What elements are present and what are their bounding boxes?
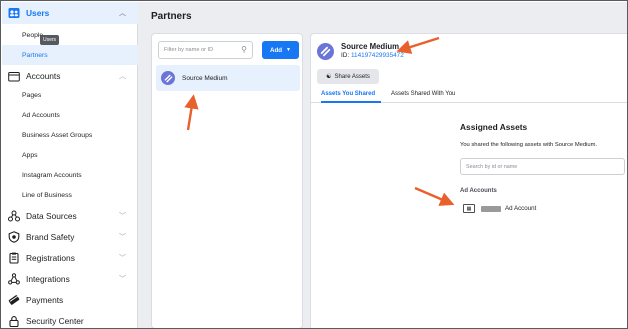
chevron-up-icon[interactable]: ︿ (119, 8, 126, 18)
shared-description: You shared the following assets with Sou… (460, 142, 598, 148)
partner-list-item[interactable]: Source Medium (156, 65, 300, 91)
filter-placeholder: Filter by name or ID (164, 47, 214, 53)
clipboard-icon (8, 252, 20, 264)
sidebar-section-label: Data Sources (26, 211, 77, 221)
asset-search-placeholder: Search by id or name (466, 163, 518, 170)
sidebar-section-data-sources[interactable]: Data Sources ﹀ (2, 205, 138, 227)
page-title: Partners (151, 11, 192, 22)
partners-list-panel: Filter by name or ID ⚲ Add ▼ Source Medi… (151, 33, 303, 328)
sidebar-item-label: Instagram Accounts (22, 171, 82, 179)
integrations-icon (8, 273, 20, 285)
ad-account-icon: ▦ (463, 204, 475, 213)
sidebar-section-label: Accounts (26, 71, 61, 81)
tab-assets-shared-with-you[interactable]: Assets Shared With You (391, 91, 455, 97)
shield-icon (8, 231, 20, 243)
sidebar: Users ︿ People Users Partners Accounts ︿… (2, 2, 138, 328)
sidebar-item-line-of-business[interactable]: Line of Business (2, 185, 138, 205)
share-icon: ☯ (326, 74, 332, 80)
chevron-down-icon[interactable]: ﹀ (119, 211, 126, 221)
sidebar-item-label: Business Asset Groups (22, 131, 93, 139)
sidebar-section-payments[interactable]: Payments (2, 289, 138, 311)
share-assets-button[interactable]: ☯ Share Assets (317, 69, 379, 84)
ad-account-row[interactable]: ▦ Ad Account (463, 204, 536, 213)
partner-title: Source Medium (341, 42, 400, 51)
lock-icon (8, 315, 20, 327)
tab-assets-you-shared[interactable]: Assets You Shared (321, 91, 375, 97)
partner-id-value[interactable]: 114197429935472 (351, 52, 404, 59)
sidebar-item-label: Partners (22, 51, 48, 59)
main-area: Partners Filter by name or ID ⚲ Add ▼ So… (138, 2, 627, 328)
sidebar-item-label: Ad Accounts (22, 111, 60, 119)
folder-icon (8, 70, 20, 82)
sidebar-section-brand-safety[interactable]: Brand Safety ﹀ (2, 226, 138, 248)
sidebar-item-pages[interactable]: Pages (2, 85, 138, 105)
caret-down-icon: ▼ (286, 47, 291, 53)
sidebar-section-security-center[interactable]: Security Center (2, 310, 138, 328)
chevron-down-icon[interactable]: ﹀ (119, 253, 126, 263)
sidebar-item-ad-accounts[interactable]: Ad Accounts (2, 105, 138, 125)
add-button-label: Add (270, 46, 283, 54)
partner-logo-icon (317, 43, 334, 60)
ad-account-name: Ad Account (505, 205, 537, 212)
sidebar-section-label: Registrations (26, 253, 75, 263)
sidebar-item-apps[interactable]: Apps (2, 145, 138, 165)
ad-accounts-heading: Ad Accounts (460, 188, 497, 194)
sidebar-item-label: Line of Business (22, 191, 72, 199)
add-button[interactable]: Add ▼ (262, 41, 299, 59)
sidebar-section-label: Integrations (26, 274, 70, 284)
sidebar-item-partners[interactable]: Partners (2, 45, 138, 65)
sidebar-item-label: Apps (22, 151, 38, 159)
sidebar-item-people[interactable]: People (2, 25, 138, 45)
partner-detail-panel: Source Medium ID: 114197429935472 ☯ Shar… (310, 33, 627, 328)
chevron-up-icon[interactable]: ︿ (119, 71, 126, 81)
chevron-down-icon[interactable]: ﹀ (119, 232, 126, 242)
sidebar-item-instagram-accounts[interactable]: Instagram Accounts (2, 165, 138, 185)
chevron-down-icon[interactable]: ﹀ (119, 274, 126, 284)
sidebar-section-integrations[interactable]: Integrations ﹀ (2, 268, 138, 290)
share-assets-label: Share Assets (334, 73, 370, 80)
data-sources-icon (8, 210, 20, 222)
users-icon (8, 7, 20, 19)
sidebar-section-label: Payments (26, 295, 64, 305)
assigned-assets-heading: Assigned Assets (460, 122, 528, 132)
redacted-text (481, 205, 501, 212)
sidebar-section-users[interactable]: Users ︿ (2, 2, 138, 24)
search-icon: ⚲ (241, 45, 247, 54)
filter-input[interactable]: Filter by name or ID ⚲ (158, 41, 253, 59)
partner-logo-icon (161, 71, 175, 85)
sidebar-item-business-asset-groups[interactable]: Business Asset Groups (2, 125, 138, 145)
tooltip: Users (40, 35, 60, 45)
partner-id-prefix: ID: (341, 52, 351, 59)
sidebar-section-label: Brand Safety (26, 232, 75, 242)
sidebar-section-label: Security Center (26, 316, 84, 326)
asset-search-input[interactable]: Search by id or name (460, 158, 625, 175)
sidebar-section-registrations[interactable]: Registrations ﹀ (2, 247, 138, 269)
payments-icon (8, 294, 20, 306)
active-tab-indicator (321, 101, 381, 103)
sidebar-item-label: Pages (22, 91, 42, 99)
sidebar-section-label: Users (26, 8, 50, 18)
tab-bar: Assets You Shared Assets Shared With You (311, 87, 627, 103)
window-frame: Users ︿ People Users Partners Accounts ︿… (0, 0, 628, 329)
partner-name: Source Medium (182, 74, 228, 82)
partner-id: ID: 114197429935472 (341, 52, 404, 59)
sidebar-section-accounts[interactable]: Accounts ︿ (2, 65, 138, 87)
